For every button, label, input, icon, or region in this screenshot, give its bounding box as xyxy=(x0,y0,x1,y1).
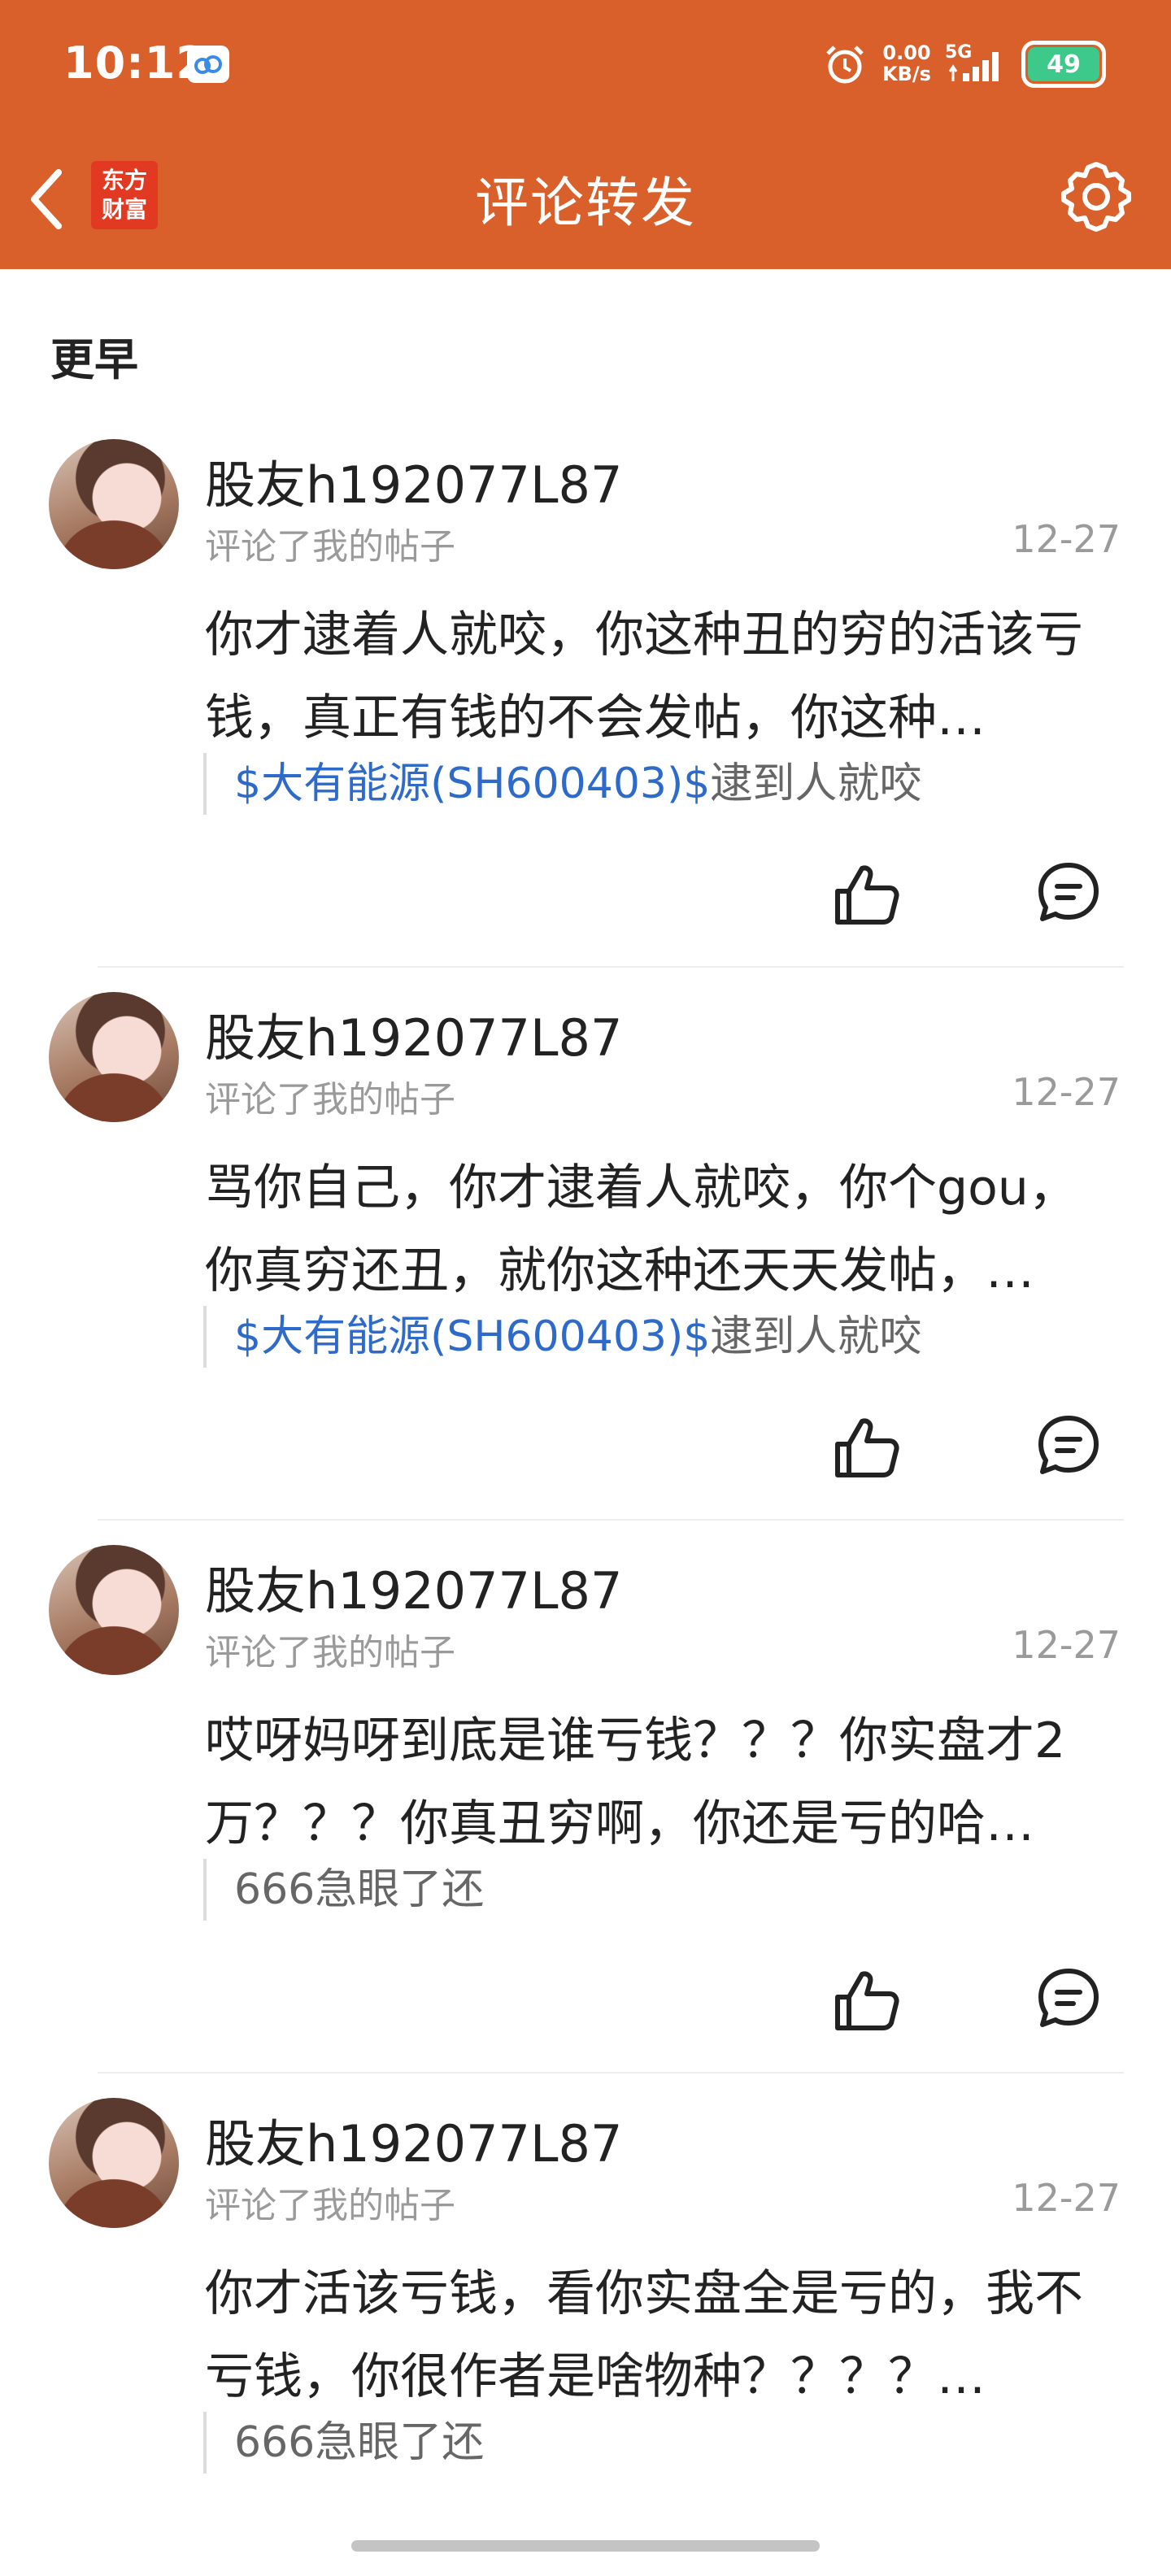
comment-icon xyxy=(1038,1416,1099,1474)
signal-icon: 5G xyxy=(945,42,1010,85)
notification-item[interactable]: 股友h192077L87 评论了我的帖子 12-27 哎呀妈呀到底是谁亏钱？？？… xyxy=(0,1545,1171,2098)
top-bar: 10:12 0.00 KB/s 5G 49 东方 财富 评论转发 xyxy=(0,0,1171,269)
settings-button[interactable] xyxy=(1057,158,1135,236)
action-text: 评论了我的帖子 xyxy=(205,2185,455,2226)
date: 12-27 xyxy=(1012,1070,1121,1114)
avatar[interactable] xyxy=(49,1545,179,1675)
notification-item[interactable]: 股友h192077L87 评论了我的帖子 12-27 你才活该亏钱，看你实盘全是… xyxy=(0,2098,1171,2576)
like-button[interactable] xyxy=(833,1968,901,2033)
action-text: 评论了我的帖子 xyxy=(205,1632,455,1673)
battery-level: 49 xyxy=(1028,47,1099,81)
home-indicator[interactable] xyxy=(351,2540,820,2552)
quoted-post[interactable]: 666急眼了还 xyxy=(203,2412,484,2474)
quoted-post[interactable]: $大有能源(SH600403)$逮到人就咬 xyxy=(203,1306,921,1368)
status-bar: 10:12 0.00 KB/s 5G 49 xyxy=(0,0,1171,130)
comment-icon xyxy=(1038,1969,1099,2027)
quoted-post[interactable]: $大有能源(SH600403)$逮到人就咬 xyxy=(203,753,921,815)
alarm-icon xyxy=(823,42,867,89)
avatar[interactable] xyxy=(49,2098,179,2228)
action-text: 评论了我的帖子 xyxy=(205,1079,455,1120)
comment-content[interactable]: 骂你自己，你才逮着人就咬，你个gou，你真穷还丑，就你这种还天天发帖，… xyxy=(205,1147,1124,1312)
section-label-earlier: 更早 xyxy=(50,334,138,385)
avatar[interactable] xyxy=(49,992,179,1122)
date: 12-27 xyxy=(1012,1623,1121,1667)
quoted-post[interactable]: 666急眼了还 xyxy=(203,1859,484,1921)
username[interactable]: 股友h192077L87 xyxy=(205,2103,622,2176)
date: 12-27 xyxy=(1012,517,1121,561)
quote-text: 666急眼了还 xyxy=(234,2418,485,2467)
thumbs-up-icon xyxy=(835,865,899,925)
status-time: 10:12 xyxy=(63,37,207,89)
network-speed: 0.00 KB/s xyxy=(878,42,935,85)
thumbs-up-icon xyxy=(835,1418,899,1477)
quote-text: 逮到人就咬 xyxy=(710,759,922,808)
battery-icon: 49 xyxy=(1021,41,1106,88)
thumbs-up-icon xyxy=(835,1971,899,2030)
username[interactable]: 股友h192077L87 xyxy=(205,1550,622,1623)
notification-item[interactable]: 股友h192077L87 评论了我的帖子 12-27 你才逮着人就咬，你这种丑的… xyxy=(0,439,1171,992)
reply-button[interactable] xyxy=(1034,859,1103,927)
page-title: 评论转发 xyxy=(475,172,696,234)
action-text: 评论了我的帖子 xyxy=(205,526,455,568)
username[interactable]: 股友h192077L87 xyxy=(205,444,622,517)
divider xyxy=(98,966,1124,968)
quote-text: 逮到人就咬 xyxy=(710,1312,922,1361)
divider xyxy=(98,1519,1124,1521)
reply-button[interactable] xyxy=(1034,1412,1103,1480)
cloud-app-icon xyxy=(187,46,229,83)
gear-icon xyxy=(1061,162,1131,232)
avatar[interactable] xyxy=(49,439,179,569)
divider xyxy=(98,2072,1124,2073)
comment-icon xyxy=(1038,863,1099,921)
like-button[interactable] xyxy=(833,862,901,927)
like-button[interactable] xyxy=(833,1415,901,1480)
stock-link[interactable]: $大有能源(SH600403)$ xyxy=(234,759,710,808)
speed-value: 0.00 xyxy=(882,41,931,64)
notification-item[interactable]: 股友h192077L87 评论了我的帖子 12-27 骂你自己，你才逮着人就咬，… xyxy=(0,992,1171,1545)
quote-text: 666急眼了还 xyxy=(234,1865,485,1914)
network-type: 5G xyxy=(945,42,973,63)
date: 12-27 xyxy=(1012,2176,1121,2220)
comment-content[interactable]: 你才逮着人就咬，你这种丑的穷的活该亏钱，真正有钱的不会发帖，你这种… xyxy=(205,594,1124,759)
comment-content[interactable]: 你才活该亏钱，看你实盘全是亏的，我不亏钱，你很作者是啥物种？？？？… xyxy=(205,2252,1124,2418)
comment-content[interactable]: 哎呀妈呀到底是谁亏钱？？？你实盘才2万？？？你真丑穷啊，你还是亏的哈… xyxy=(205,1699,1124,1865)
stock-link[interactable]: $大有能源(SH600403)$ xyxy=(234,1312,710,1361)
reply-button[interactable] xyxy=(1034,1965,1103,2033)
username[interactable]: 股友h192077L87 xyxy=(205,997,622,1070)
speed-unit: KB/s xyxy=(882,63,931,85)
